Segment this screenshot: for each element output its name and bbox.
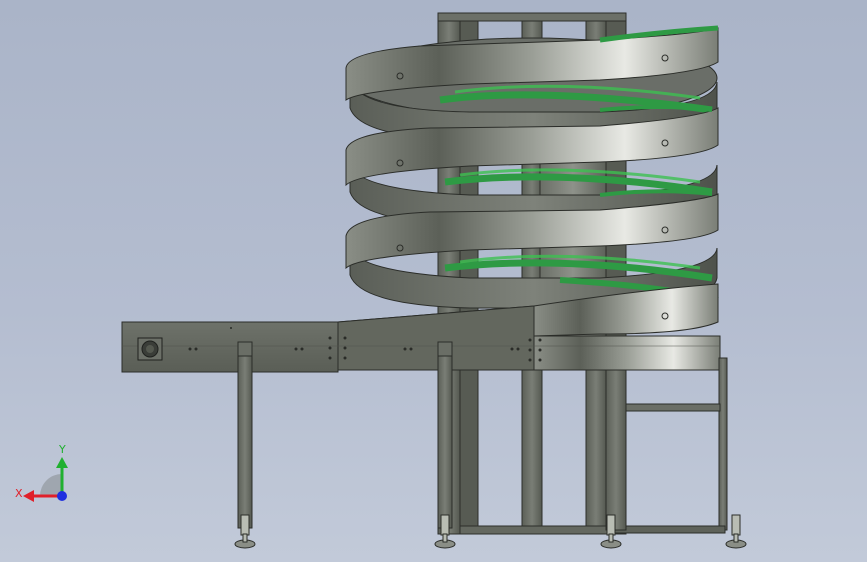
graphics-viewport[interactable]: X Y — [0, 0, 867, 562]
triad-y-label: Y — [59, 443, 66, 456]
spiral-conveyor-model[interactable] — [0, 0, 867, 562]
triad-x-label: X — [15, 487, 23, 500]
coordinate-triad: X Y — [10, 440, 80, 510]
